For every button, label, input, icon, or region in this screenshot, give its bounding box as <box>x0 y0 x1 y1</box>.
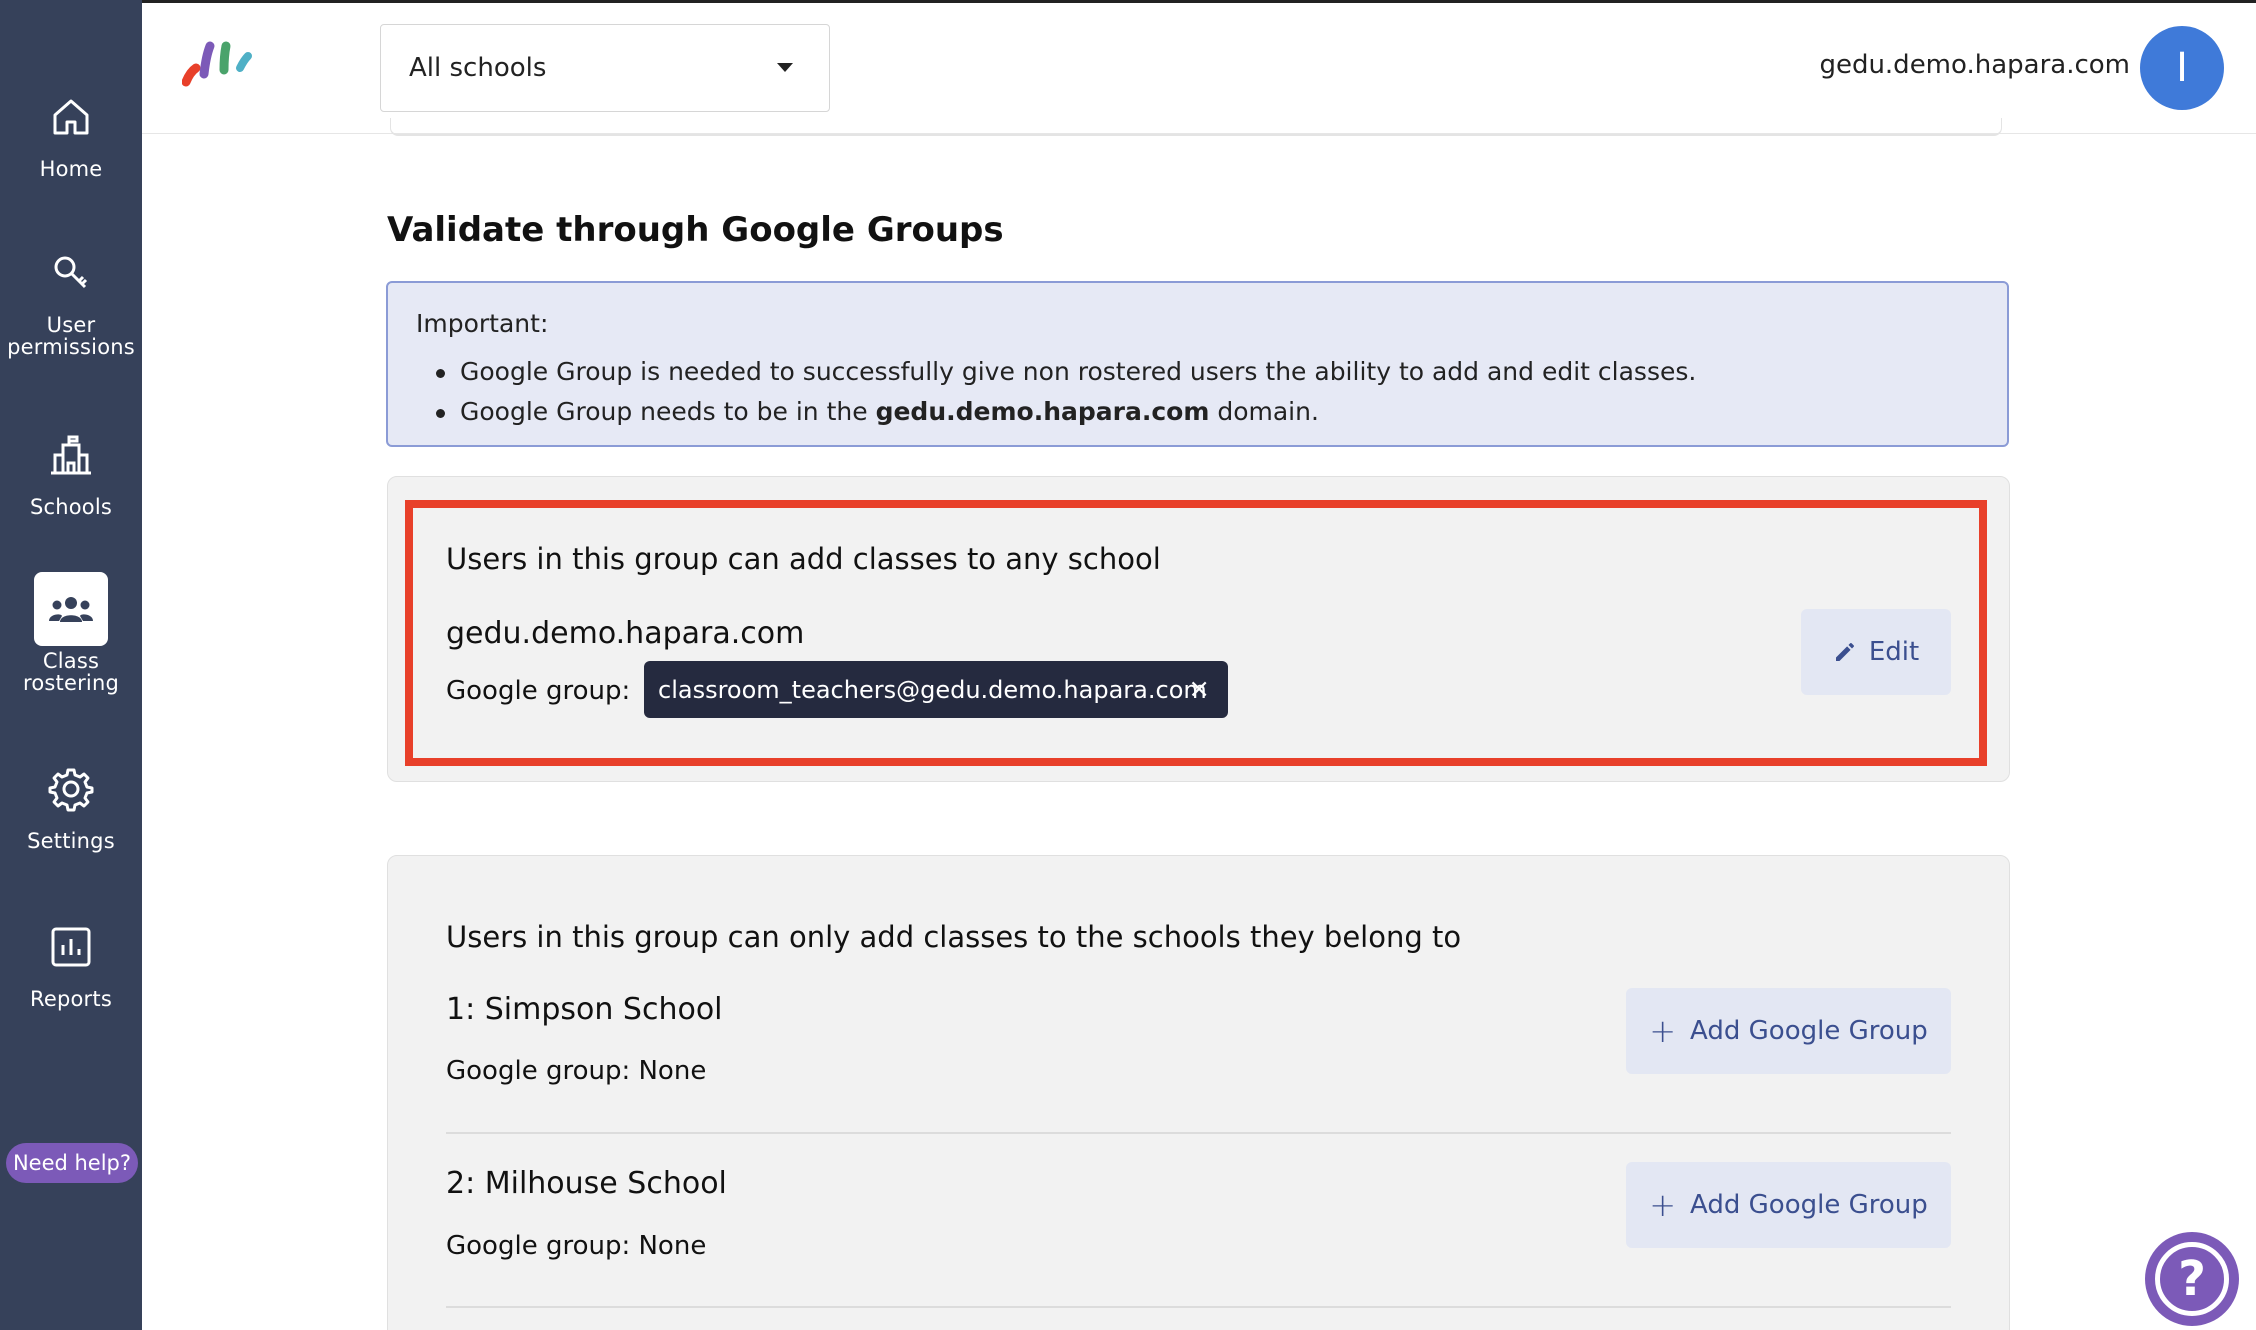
sidebar: Home User permissions Schools Class rost… <box>0 0 142 1330</box>
gear-icon <box>34 752 108 826</box>
edit-button[interactable]: Edit <box>1801 609 1951 695</box>
school-google-group: Google group: None <box>446 1231 707 1261</box>
add-google-group-button[interactable]: + Add Google Group <box>1626 1162 1951 1248</box>
home-icon <box>34 80 108 154</box>
important-notice: Important: Google Group is needed to suc… <box>386 281 2009 447</box>
plus-icon: + <box>1649 1186 1677 1224</box>
sidebar-item-class-rostering[interactable]: Class rostering <box>0 572 142 694</box>
sidebar-item-label: Reports <box>30 987 112 1011</box>
sidebar-item-label: Home <box>39 157 103 181</box>
need-help-button[interactable]: Need help? <box>6 1143 138 1183</box>
sidebar-item-label: Class rostering <box>22 649 120 695</box>
school-google-group: Google group: None <box>446 1056 707 1086</box>
notice-domain: gedu.demo.hapara.com <box>875 397 1210 426</box>
sidebar-item-settings[interactable]: Settings <box>0 752 142 852</box>
schools-group-title: Users in this group can only add classes… <box>446 920 1462 954</box>
any-school-group-title: Users in this group can add classes to a… <box>446 542 1161 576</box>
sidebar-item-label: User permissions <box>7 313 135 359</box>
any-school-group-domain: gedu.demo.hapara.com <box>446 616 805 651</box>
sidebar-item-schools[interactable]: Schools <box>0 418 142 518</box>
sidebar-item-home[interactable]: Home <box>0 80 142 180</box>
notice-item: Google Group needs to be in the gedu.dem… <box>416 392 1979 432</box>
row-divider <box>446 1132 1951 1134</box>
page-section-title: Validate through Google Groups <box>387 210 1004 250</box>
school-name: 2: Milhouse School <box>446 1166 727 1201</box>
avatar[interactable]: I <box>2140 26 2224 110</box>
add-google-group-label: Add Google Group <box>1690 1190 1928 1220</box>
notice-text: domain. <box>1209 397 1319 426</box>
sidebar-item-user-permissions[interactable]: User permissions <box>0 236 142 358</box>
chart-icon <box>34 910 108 984</box>
account-domain: gedu.demo.hapara.com <box>1819 50 2130 80</box>
school-select[interactable]: All schools <box>380 24 830 112</box>
chevron-down-icon <box>777 63 793 72</box>
edit-button-label: Edit <box>1868 637 1920 667</box>
hapara-logo <box>181 38 262 90</box>
previous-card-edge <box>390 118 2002 136</box>
people-icon <box>34 572 108 646</box>
google-group-chip-text: classroom_teachers@gedu.demo.hapara.com <box>658 675 1207 704</box>
notice-list: Google Group is needed to successfully g… <box>416 352 1979 432</box>
notice-text: Google Group needs to be in the <box>460 397 876 426</box>
google-group-chip: classroom_teachers@gedu.demo.hapara.com … <box>644 661 1228 718</box>
pencil-icon <box>1835 643 1854 661</box>
school-select-value: All schools <box>409 53 547 83</box>
google-group-label: Google group: <box>446 676 631 706</box>
close-icon[interactable]: × <box>1188 674 1210 704</box>
notice-item: Google Group is needed to successfully g… <box>416 352 1979 392</box>
sidebar-item-label: Schools <box>29 495 113 519</box>
key-icon <box>34 236 108 310</box>
notice-heading: Important: <box>416 309 549 338</box>
school-name: 1: Simpson School <box>446 992 723 1027</box>
school-icon <box>34 418 108 492</box>
add-google-group-button[interactable]: + Add Google Group <box>1626 988 1951 1074</box>
row-divider <box>446 1306 1951 1308</box>
notice-text: Google Group is needed to successfully g… <box>460 357 1697 386</box>
question-icon: ? <box>2155 1242 2229 1316</box>
plus-icon: + <box>1649 1012 1677 1050</box>
help-fab-button[interactable]: ? <box>2145 1232 2239 1326</box>
sidebar-item-reports[interactable]: Reports <box>0 910 142 1010</box>
add-google-group-label: Add Google Group <box>1690 1016 1928 1046</box>
sidebar-item-label: Settings <box>27 829 115 853</box>
